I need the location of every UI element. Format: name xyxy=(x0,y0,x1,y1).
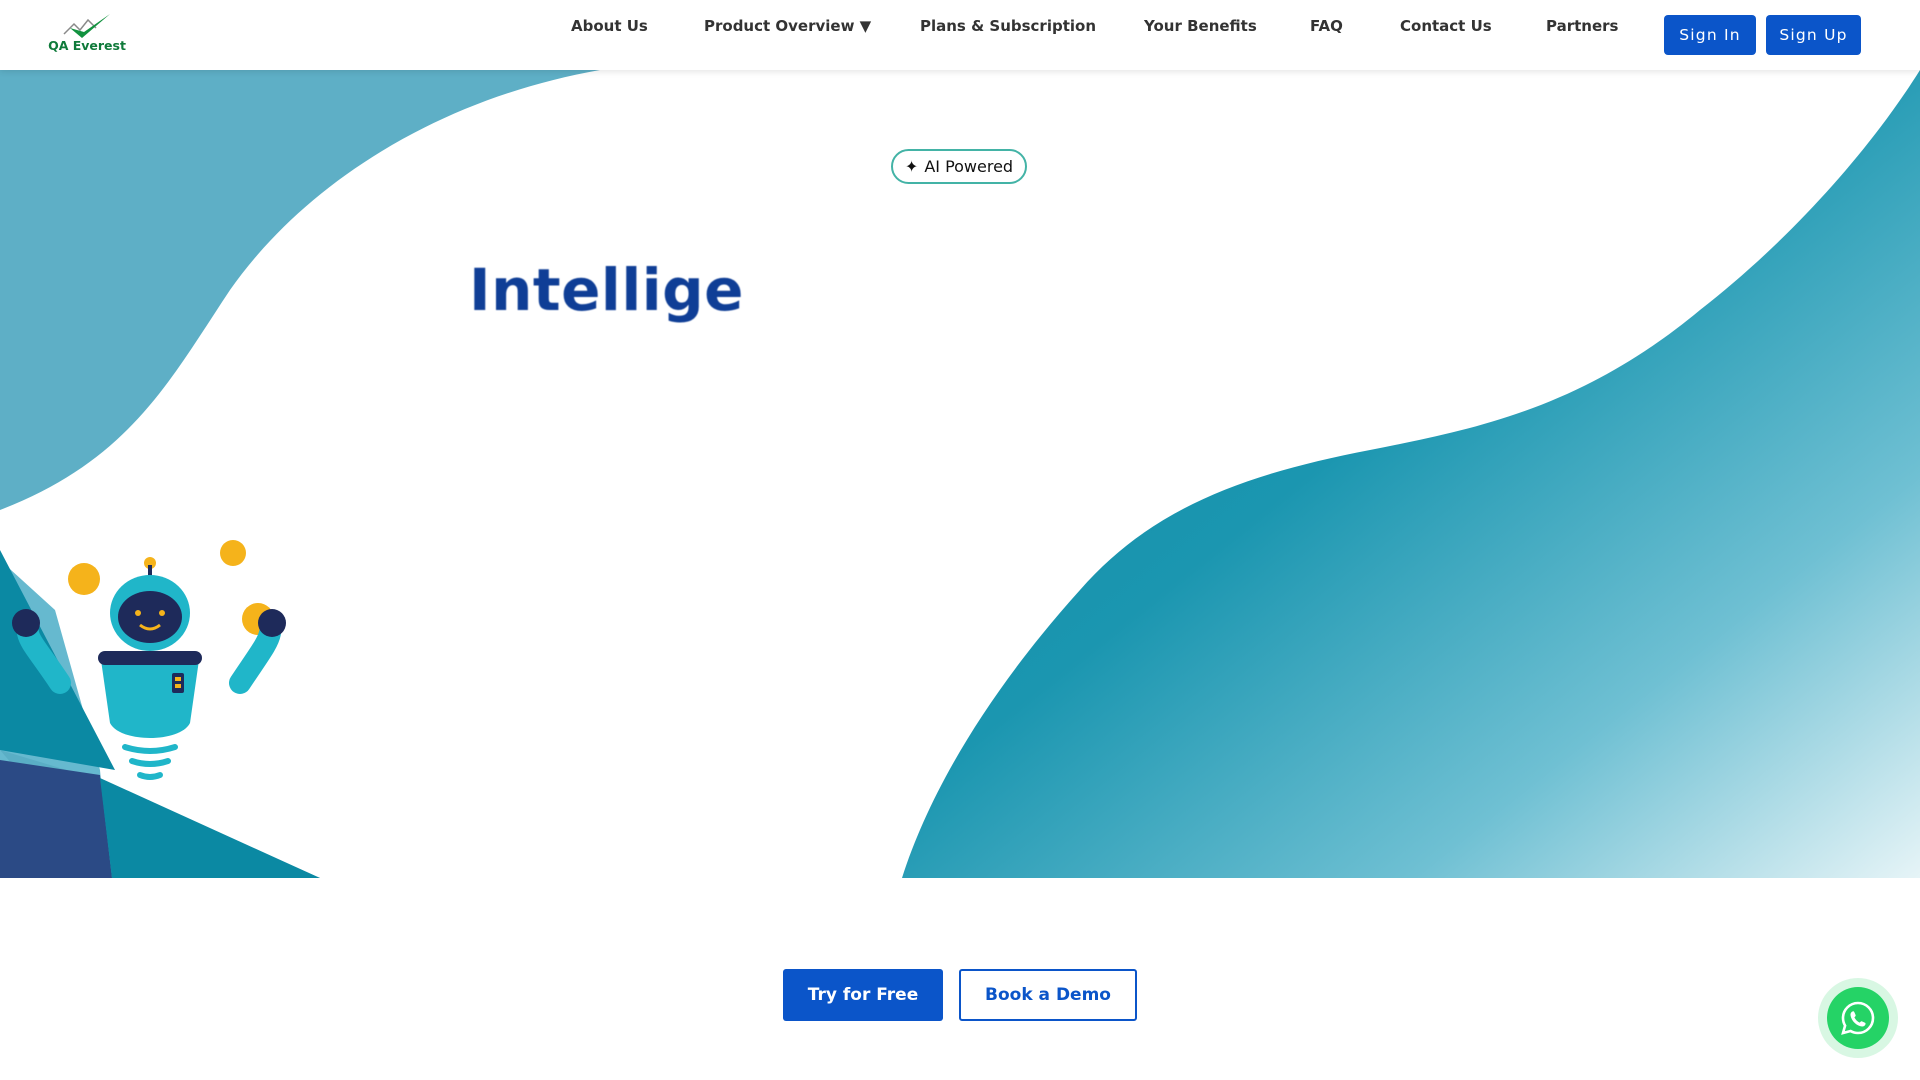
logo-text: QA Everest xyxy=(48,38,126,53)
hero-title: Intellige xyxy=(469,256,744,324)
nav-product-overview[interactable]: Product Overview ▼ xyxy=(704,17,871,35)
try-for-free-button[interactable]: Try for Free xyxy=(783,969,943,1021)
hero-section: ✦ AI Powered Intellige xyxy=(0,70,1920,878)
nav-contact-us[interactable]: Contact Us xyxy=(1400,17,1492,35)
nav-partners[interactable]: Partners xyxy=(1546,17,1618,35)
nav-about-us[interactable]: About Us xyxy=(571,17,648,35)
nav-faq[interactable]: FAQ xyxy=(1310,17,1343,35)
brand-logo[interactable]: QA Everest xyxy=(48,12,126,56)
top-navbar: QA Everest About Us Product Overview ▼ P… xyxy=(0,0,1920,70)
sparkle-icon: ✦ xyxy=(904,157,919,176)
ai-powered-badge: ✦ AI Powered xyxy=(891,149,1027,184)
badge-label: AI Powered xyxy=(924,157,1014,176)
nav-plans-subscription[interactable]: Plans & Subscription xyxy=(920,17,1096,35)
sign-up-button[interactable]: Sign Up xyxy=(1766,15,1861,55)
whatsapp-chat-button[interactable] xyxy=(1818,978,1898,1058)
nav-your-benefits[interactable]: Your Benefits xyxy=(1144,17,1257,35)
whatsapp-icon xyxy=(1841,1001,1875,1035)
whatsapp-button-circle xyxy=(1827,987,1889,1049)
book-a-demo-button[interactable]: Book a Demo xyxy=(959,969,1137,1021)
robot-illustration xyxy=(12,540,286,780)
sign-in-button[interactable]: Sign In xyxy=(1664,15,1756,55)
